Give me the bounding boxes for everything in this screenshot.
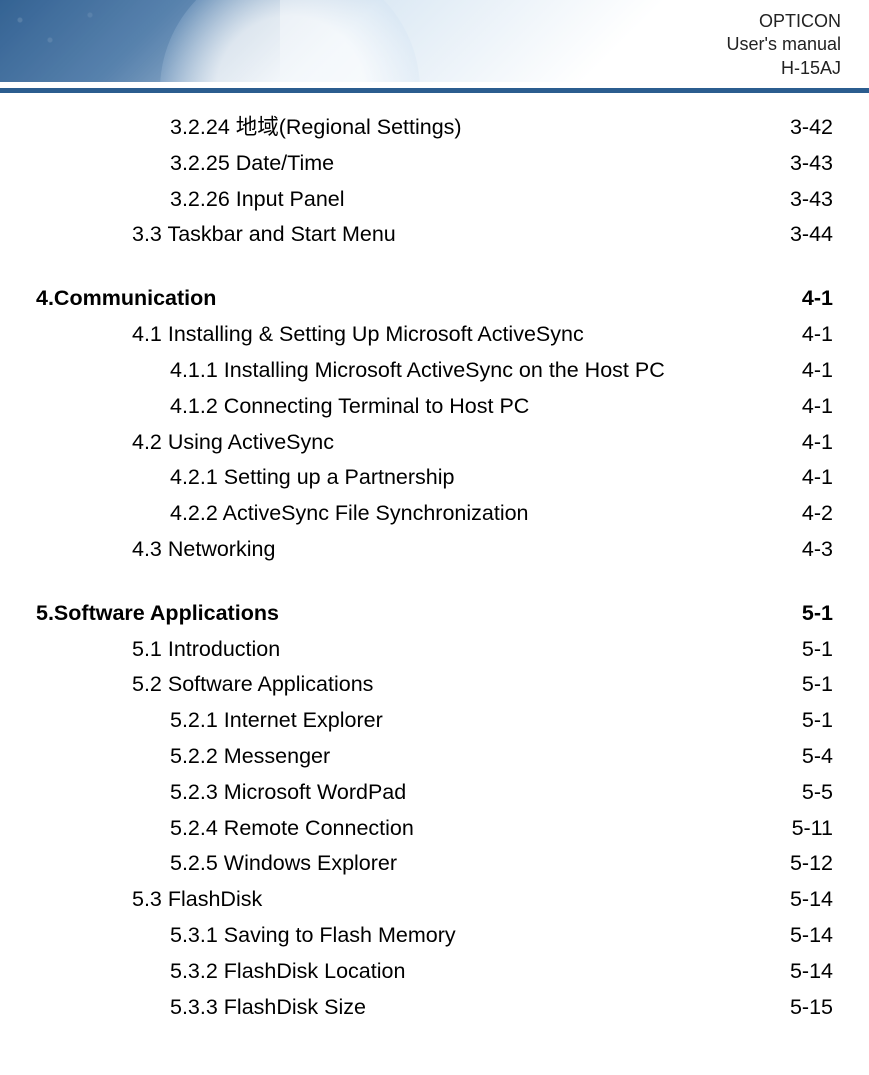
toc-label: 5.3.2 FlashDisk Location xyxy=(170,955,405,988)
toc-row: 3.2.25 Date/Time 3-43 xyxy=(36,147,833,180)
toc-page: 5-14 xyxy=(790,919,833,952)
toc-label: 3.2.24 地域(Regional Settings) xyxy=(170,111,462,144)
toc-label: 3.3 Taskbar and Start Menu xyxy=(132,218,396,251)
toc-page: 5-1 xyxy=(802,597,833,630)
toc-page: 4-1 xyxy=(802,426,833,459)
toc-row: 5.3.1 Saving to Flash Memory 5-14 xyxy=(36,919,833,952)
toc-row: 4.1 Installing & Setting Up Microsoft Ac… xyxy=(36,318,833,351)
toc-row: 4.3 Networking 4-3 xyxy=(36,533,833,566)
toc-label: 5.2.1 Internet Explorer xyxy=(170,704,383,737)
toc-label: 5.3.3 FlashDisk Size xyxy=(170,991,366,1024)
header-banner: OPTICON User's manual H-15AJ xyxy=(0,0,869,82)
toc-page: 5-5 xyxy=(802,776,833,809)
header-subtitle: User's manual xyxy=(727,33,841,56)
toc-page: 4-1 xyxy=(802,318,833,351)
toc-label: 5.3 FlashDisk xyxy=(132,883,262,916)
toc-page: 4-1 xyxy=(802,461,833,494)
toc-page: 5-1 xyxy=(802,704,833,737)
toc-section-gap xyxy=(36,569,833,597)
toc-label: 4.1 Installing & Setting Up Microsoft Ac… xyxy=(132,318,584,351)
header-brand: OPTICON xyxy=(727,10,841,33)
toc-row: 5.1 Introduction 5-1 xyxy=(36,633,833,666)
toc-page: 3-42 xyxy=(790,111,833,144)
toc-row: 5.2.3 Microsoft WordPad 5-5 xyxy=(36,776,833,809)
toc-page: 4-3 xyxy=(802,533,833,566)
toc-page: 5-4 xyxy=(802,740,833,773)
toc-page: 3-43 xyxy=(790,183,833,216)
toc-row: 5.Software Applications 5-1 xyxy=(36,597,833,630)
toc-page: 3-44 xyxy=(790,218,833,251)
toc-label: 5.2.4 Remote Connection xyxy=(170,812,414,845)
toc-page: 5-15 xyxy=(790,991,833,1024)
toc-page: 4-1 xyxy=(802,390,833,423)
toc-page: 4-1 xyxy=(802,282,833,315)
toc-row: 4.1.1 Installing Microsoft ActiveSync on… xyxy=(36,354,833,387)
toc-row: 3.2.26 Input Panel 3-43 xyxy=(36,183,833,216)
toc-label: 5.2.5 Windows Explorer xyxy=(170,847,397,880)
toc-row: 5.2 Software Applications 5-1 xyxy=(36,668,833,701)
toc-row: 5.2.2 Messenger 5-4 xyxy=(36,740,833,773)
toc-page: 5-11 xyxy=(792,812,833,845)
toc-page: 4-1 xyxy=(802,354,833,387)
toc-page: 3-43 xyxy=(790,147,833,180)
toc-page: 5-14 xyxy=(790,883,833,916)
toc-label: 4.1.2 Connecting Terminal to Host PC xyxy=(170,390,529,423)
toc-page: 5-1 xyxy=(802,633,833,666)
header-decoration-curve xyxy=(160,0,420,82)
toc-row: 5.3.3 FlashDisk Size 5-15 xyxy=(36,991,833,1024)
toc-label: 4.Communication xyxy=(36,282,216,315)
toc-row: 3.3 Taskbar and Start Menu 3-44 xyxy=(36,218,833,251)
toc-label: 5.2.3 Microsoft WordPad xyxy=(170,776,406,809)
toc-label: 5.1 Introduction xyxy=(132,633,280,666)
toc-row: 4.2.2 ActiveSync File Synchronization 4-… xyxy=(36,497,833,530)
toc-page: 5-1 xyxy=(802,668,833,701)
toc-label: 5.2.2 Messenger xyxy=(170,740,330,773)
toc-section-gap xyxy=(36,254,833,282)
toc-row: 4.Communication 4-1 xyxy=(36,282,833,315)
toc-row: 4.2 Using ActiveSync 4-1 xyxy=(36,426,833,459)
toc-row: 5.2.5 Windows Explorer 5-12 xyxy=(36,847,833,880)
toc-row: 3.2.24 地域(Regional Settings) 3-42 xyxy=(36,111,833,144)
toc-label: 5.2 Software Applications xyxy=(132,668,373,701)
toc-label: 3.2.25 Date/Time xyxy=(170,147,334,180)
toc-row: 5.2.4 Remote Connection 5-11 xyxy=(36,812,833,845)
toc-label: 4.2 Using ActiveSync xyxy=(132,426,334,459)
toc-row: 4.1.2 Connecting Terminal to Host PC 4-1 xyxy=(36,390,833,423)
header-text-block: OPTICON User's manual H-15AJ xyxy=(727,10,841,80)
header-model: H-15AJ xyxy=(727,57,841,80)
toc-label: 4.2.1 Setting up a Partnership xyxy=(170,461,454,494)
toc-page: 4-2 xyxy=(802,497,833,530)
toc-row: 5.3 FlashDisk 5-14 xyxy=(36,883,833,916)
toc-row: 4.2.1 Setting up a Partnership 4-1 xyxy=(36,461,833,494)
toc-content: 3.2.24 地域(Regional Settings) 3-423.2.25 … xyxy=(0,93,869,1024)
toc-label: 4.2.2 ActiveSync File Synchronization xyxy=(170,497,529,530)
toc-row: 5.3.2 FlashDisk Location 5-14 xyxy=(36,955,833,988)
toc-page: 5-12 xyxy=(790,847,833,880)
toc-page: 5-14 xyxy=(790,955,833,988)
toc-label: 4.3 Networking xyxy=(132,533,275,566)
toc-label: 5.Software Applications xyxy=(36,597,279,630)
toc-label: 3.2.26 Input Panel xyxy=(170,183,345,216)
toc-label: 5.3.1 Saving to Flash Memory xyxy=(170,919,456,952)
toc-label: 4.1.1 Installing Microsoft ActiveSync on… xyxy=(170,354,665,387)
toc-row: 5.2.1 Internet Explorer 5-1 xyxy=(36,704,833,737)
